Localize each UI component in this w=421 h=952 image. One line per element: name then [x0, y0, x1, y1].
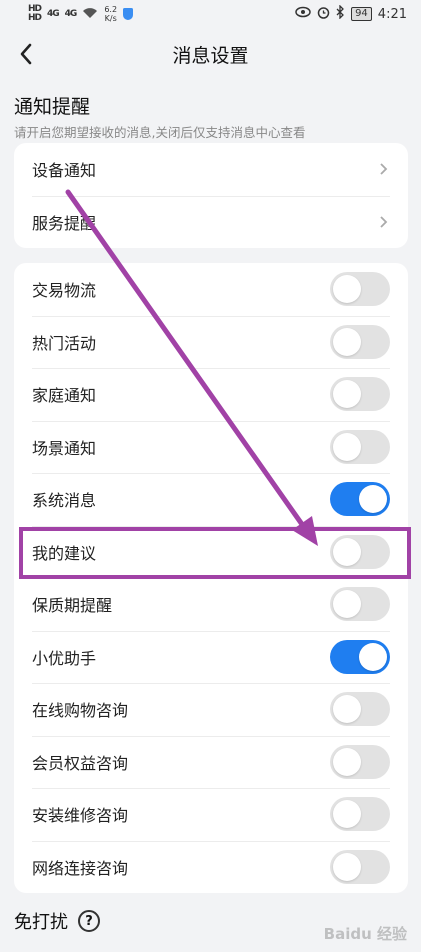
toggle-row-label: 安装维修咨询 [32, 806, 129, 826]
eye-icon [295, 6, 311, 22]
nav-item-label: 服务提醒 [32, 213, 97, 233]
hd-label-2: HD [28, 13, 42, 23]
toggle-knob [333, 695, 361, 724]
dnd-section-title: 免打扰 ? [14, 908, 100, 934]
chevron-right-icon [376, 162, 390, 176]
wifi-icon [82, 7, 98, 22]
bluetooth-icon [336, 4, 345, 23]
battery-icon: 94 [351, 7, 372, 21]
signal-icon-2: 4G [64, 9, 78, 19]
page-title: 消息设置 [172, 44, 249, 67]
toggle-switch[interactable] [330, 272, 390, 307]
toggle-row: 场景通知 [14, 420, 408, 474]
toggle-row-label: 保质期提醒 [32, 596, 113, 616]
toggle-switch[interactable] [330, 587, 390, 622]
toggle-switch[interactable] [330, 482, 390, 517]
signal-icon-1: 4G [47, 9, 60, 19]
network-speed: 6.2 K/s [104, 5, 117, 23]
toggle-row-label: 小优助手 [32, 648, 97, 668]
section-title-notification: 通知提醒 [14, 96, 91, 118]
chevron-left-icon [20, 43, 32, 65]
toggle-knob [333, 747, 361, 776]
section-subtitle: 请开启您期望接收的消息,关闭后仅支持消息中心查看 [14, 125, 306, 140]
toggle-knob [333, 590, 361, 619]
toggle-row: 交易物流 [14, 263, 408, 316]
toggle-row: 网络连接咨询 [14, 840, 408, 894]
sim-indicator: HD HD [28, 5, 42, 23]
status-bar: HD HD 4G 4G 6.2 K/s 94 4:21 [0, 0, 421, 28]
chevron-right-icon [376, 215, 390, 229]
toggle-switch[interactable] [330, 692, 390, 727]
toggle-switch[interactable] [330, 324, 390, 359]
nav-item-service-reminder[interactable]: 服务提醒 [14, 195, 408, 249]
toggle-knob [333, 380, 361, 409]
toggle-switch[interactable] [330, 744, 390, 779]
toggle-switch[interactable] [330, 429, 390, 464]
alarm-icon [317, 6, 330, 23]
clock-time: 4:21 [377, 6, 407, 22]
nav-item-device-notification[interactable]: 设备通知 [14, 143, 408, 196]
toggle-row: 在线购物咨询 [14, 683, 408, 736]
toggle-row-label: 网络连接咨询 [32, 858, 129, 878]
toggle-knob [333, 852, 361, 881]
toggle-switch[interactable] [330, 639, 390, 674]
toggle-row: 会员权益咨询 [14, 735, 408, 789]
toggle-row-label: 系统消息 [32, 491, 97, 511]
toggle-row: 家庭通知 [14, 368, 408, 421]
toggle-knob [333, 327, 361, 356]
annotation-highlight-box [19, 527, 411, 579]
toggle-row: 保质期提醒 [14, 578, 408, 631]
toggle-row-label: 场景通知 [32, 438, 97, 458]
toggle-row-label: 在线购物咨询 [32, 701, 129, 721]
toggle-row-label: 交易物流 [32, 281, 97, 301]
toggle-switch[interactable] [330, 849, 390, 884]
toggle-knob [359, 642, 387, 671]
speed-unit: K/s [104, 14, 117, 23]
toggle-row-label: 会员权益咨询 [32, 753, 129, 773]
nav-item-label: 设备通知 [32, 161, 97, 181]
watermark: Baidu 经验 [323, 925, 407, 943]
toggle-row: 小优助手 [14, 630, 408, 684]
toggle-row-label: 家庭通知 [32, 386, 97, 406]
toggle-switch[interactable] [330, 797, 390, 832]
toggle-knob [333, 800, 361, 829]
toggle-row: 热门活动 [14, 315, 408, 369]
dnd-title: 免打扰 [14, 912, 68, 933]
toggle-knob [333, 432, 361, 461]
question-circle-icon[interactable]: ? [78, 910, 100, 932]
toggle-row-label: 热门活动 [32, 333, 97, 353]
toggle-row: 系统消息 [14, 473, 408, 526]
toggle-switch[interactable] [330, 377, 390, 412]
top-app-bar: 消息设置 [0, 28, 421, 80]
toggle-knob [359, 485, 387, 514]
back-button[interactable] [14, 40, 38, 68]
speed-value: 6.2 [104, 5, 118, 14]
nav-card: 设备通知 服务提醒 [14, 143, 408, 248]
toggle-row: 安装维修咨询 [14, 788, 408, 841]
toggle-knob [333, 275, 361, 304]
shield-icon [123, 8, 134, 20]
